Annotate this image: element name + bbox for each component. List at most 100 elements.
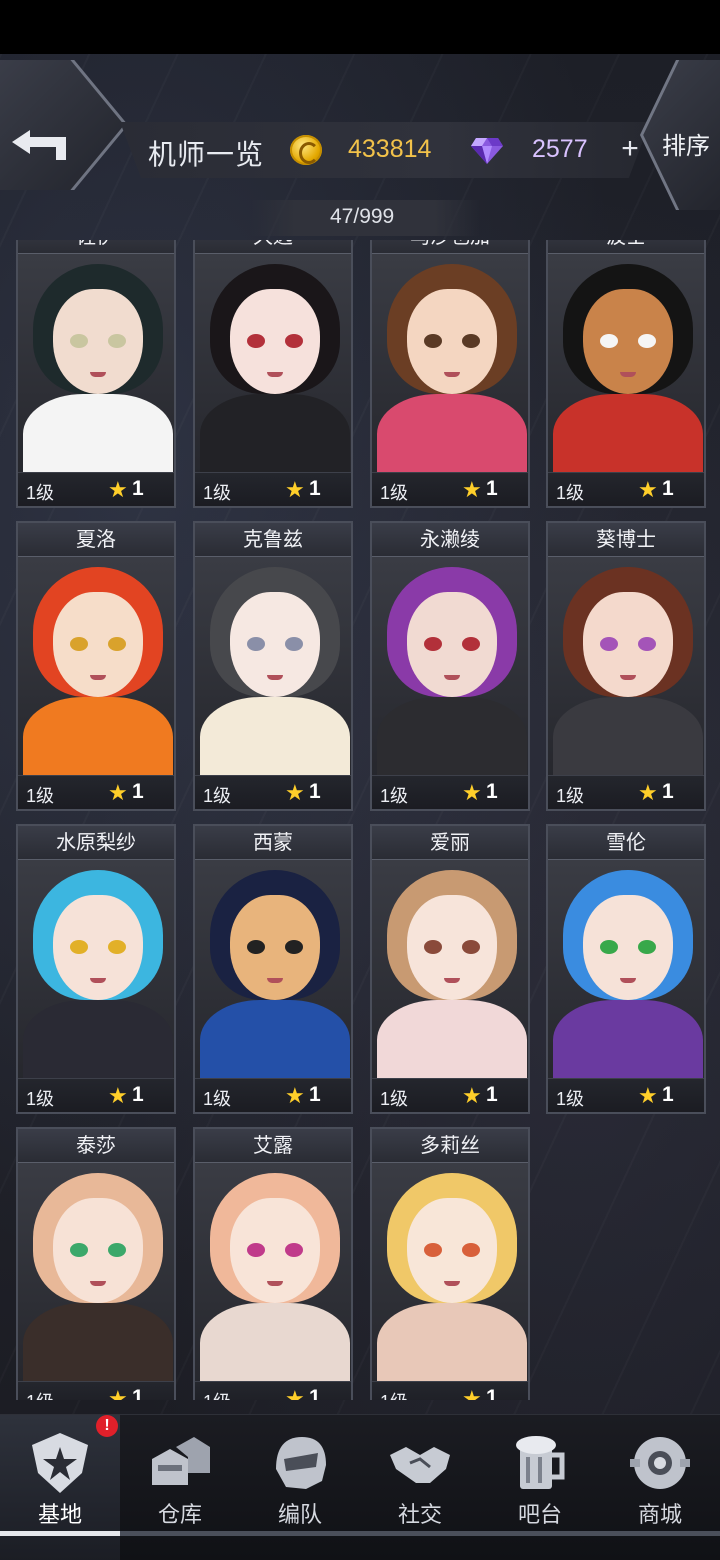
- pilot-card[interactable]: 克鲁兹 1级 ★ 1: [193, 521, 353, 811]
- nav-label: 社交: [397, 1502, 442, 1527]
- pilot-footer: 1级★1: [548, 1078, 704, 1112]
- shop-orb-icon: [626, 1429, 694, 1497]
- portrait-body: [23, 697, 173, 777]
- pilot-portrait: [548, 557, 704, 777]
- coin-icon: [290, 135, 322, 165]
- pilot-name: 乌沙也加: [372, 240, 528, 254]
- portrait-body: [377, 1303, 527, 1383]
- pilot-portrait: [548, 860, 704, 1080]
- pilot-card[interactable]: 艾露 1级 ★ 1: [193, 1127, 353, 1400]
- pilot-portrait: [548, 254, 704, 474]
- portrait-eye: [108, 637, 126, 651]
- star-icon: ★: [285, 1386, 305, 1400]
- pilot-card[interactable]: 夏洛 1级 ★ 1: [16, 521, 176, 811]
- add-gems-button[interactable]: +: [615, 132, 645, 166]
- portrait-body: [23, 1000, 173, 1080]
- warehouse-icon: [146, 1429, 214, 1497]
- nav-underline: [0, 1531, 120, 1536]
- handshake-icon: [386, 1429, 454, 1497]
- portrait-face: [583, 592, 673, 697]
- pilot-star-count: 1: [486, 1386, 498, 1400]
- portrait-eye: [108, 940, 126, 954]
- pilot-card[interactable]: 西蒙 1级 ★ 1: [193, 824, 353, 1114]
- portrait-mouth: [267, 372, 283, 377]
- portrait-eye: [638, 637, 656, 651]
- pilot-level: 1级: [556, 1089, 585, 1109]
- pilot-card[interactable]: 葵博士 1级 ★ 1: [546, 521, 706, 811]
- portrait-eye: [638, 940, 656, 954]
- pilot-star-count: 1: [662, 477, 674, 500]
- nav-handshake[interactable]: 社交: [360, 1415, 480, 1560]
- nav-label: 基地: [37, 1502, 82, 1527]
- portrait-mouth: [90, 1281, 106, 1286]
- star-icon: ★: [108, 1083, 128, 1108]
- portrait-face: [407, 289, 497, 394]
- nav-shop-orb[interactable]: 商城: [600, 1415, 720, 1560]
- portrait-body: [553, 697, 703, 777]
- pilot-star-count: 1: [132, 780, 144, 803]
- pilot-footer: 1级★1: [372, 472, 528, 506]
- pilot-portrait: [372, 254, 528, 474]
- star-icon: ★: [108, 477, 128, 502]
- portrait-body: [377, 394, 527, 474]
- pilot-portrait: [195, 557, 351, 777]
- portrait-eye: [424, 637, 442, 651]
- pilot-portrait: [372, 557, 528, 777]
- bottom-nav: 基地! 仓库 编队 社交 吧台 商城: [0, 1414, 720, 1560]
- portrait-eye: [600, 637, 618, 651]
- pilot-footer: 1级★1: [195, 1381, 351, 1400]
- portrait-eye: [70, 1243, 88, 1257]
- portrait-mouth: [267, 675, 283, 680]
- nav-base-star[interactable]: 基地!: [0, 1415, 120, 1560]
- nav-label: 仓库: [157, 1502, 202, 1527]
- pilot-star-count: 1: [309, 780, 321, 803]
- pilot-card[interactable]: 波士 1级 ★1: [546, 240, 706, 508]
- pilot-star-count: 1: [132, 1386, 144, 1400]
- portrait-face: [583, 289, 673, 394]
- back-arrow-icon[interactable]: [8, 126, 70, 166]
- pilot-level: 1级: [203, 1089, 232, 1109]
- nav-beer-mug[interactable]: 吧台: [480, 1415, 600, 1560]
- star-icon: ★: [462, 780, 482, 805]
- star-icon: ★: [462, 1386, 482, 1400]
- pilot-card[interactable]: 水原梨纱 1级 ★ 1: [16, 824, 176, 1114]
- star-icon: ★: [638, 1083, 658, 1108]
- pilot-level: 1级: [556, 483, 585, 503]
- pilot-card[interactable]: 爱丽 1级 ★ 1: [370, 824, 530, 1114]
- pilot-portrait: [195, 254, 351, 474]
- pilot-grid[interactable]: 佐伊1级★1久远1级★1乌沙也加1级★1波士1级★1夏洛1级★1克鲁兹1级★1永…: [0, 240, 720, 1400]
- pilot-name: 爱丽: [372, 826, 528, 860]
- portrait-mouth: [90, 675, 106, 680]
- page-title: 机师一览: [148, 139, 265, 170]
- pilot-card[interactable]: 久远 1级 ★1: [193, 240, 353, 508]
- nav-helmet[interactable]: 编队: [240, 1415, 360, 1560]
- pilot-card[interactable]: 泰莎 1级 ★ 1: [16, 1127, 176, 1400]
- portrait-body: [23, 1303, 173, 1383]
- beer-mug-icon: [506, 1429, 574, 1497]
- portrait-face: [53, 895, 143, 1000]
- portrait-face: [230, 592, 320, 697]
- sort-label[interactable]: 排序: [662, 126, 710, 161]
- pilot-name: 艾露: [195, 1129, 351, 1163]
- star-icon: ★: [285, 477, 305, 502]
- pilot-card[interactable]: 乌沙也加 1级 ★1: [370, 240, 530, 508]
- portrait-face: [407, 895, 497, 1000]
- pilot-card[interactable]: 雪伦 1级 ★ 1: [546, 824, 706, 1114]
- pilot-card[interactable]: 多莉丝 1级 ★ 1: [370, 1127, 530, 1400]
- nav-label: 商城: [637, 1502, 682, 1527]
- portrait-eye: [285, 940, 303, 954]
- pilot-portrait: [195, 1163, 351, 1383]
- star-icon: ★: [638, 780, 658, 805]
- portrait-eye: [424, 1243, 442, 1257]
- gem-balance: 2577: [532, 135, 588, 163]
- pilot-level: 1级: [556, 786, 585, 806]
- pilot-card[interactable]: 永濑绫 1级 ★ 1: [370, 521, 530, 811]
- pilot-star-count: 1: [486, 1083, 498, 1106]
- portrait-mouth: [444, 978, 460, 983]
- portrait-mouth: [620, 675, 636, 680]
- pilot-star-count: 1: [486, 477, 498, 500]
- nav-warehouse[interactable]: 仓库: [120, 1415, 240, 1560]
- portrait-body: [553, 1000, 703, 1080]
- pilot-card[interactable]: 佐伊 1级 ★1: [16, 240, 176, 508]
- portrait-mouth: [267, 978, 283, 983]
